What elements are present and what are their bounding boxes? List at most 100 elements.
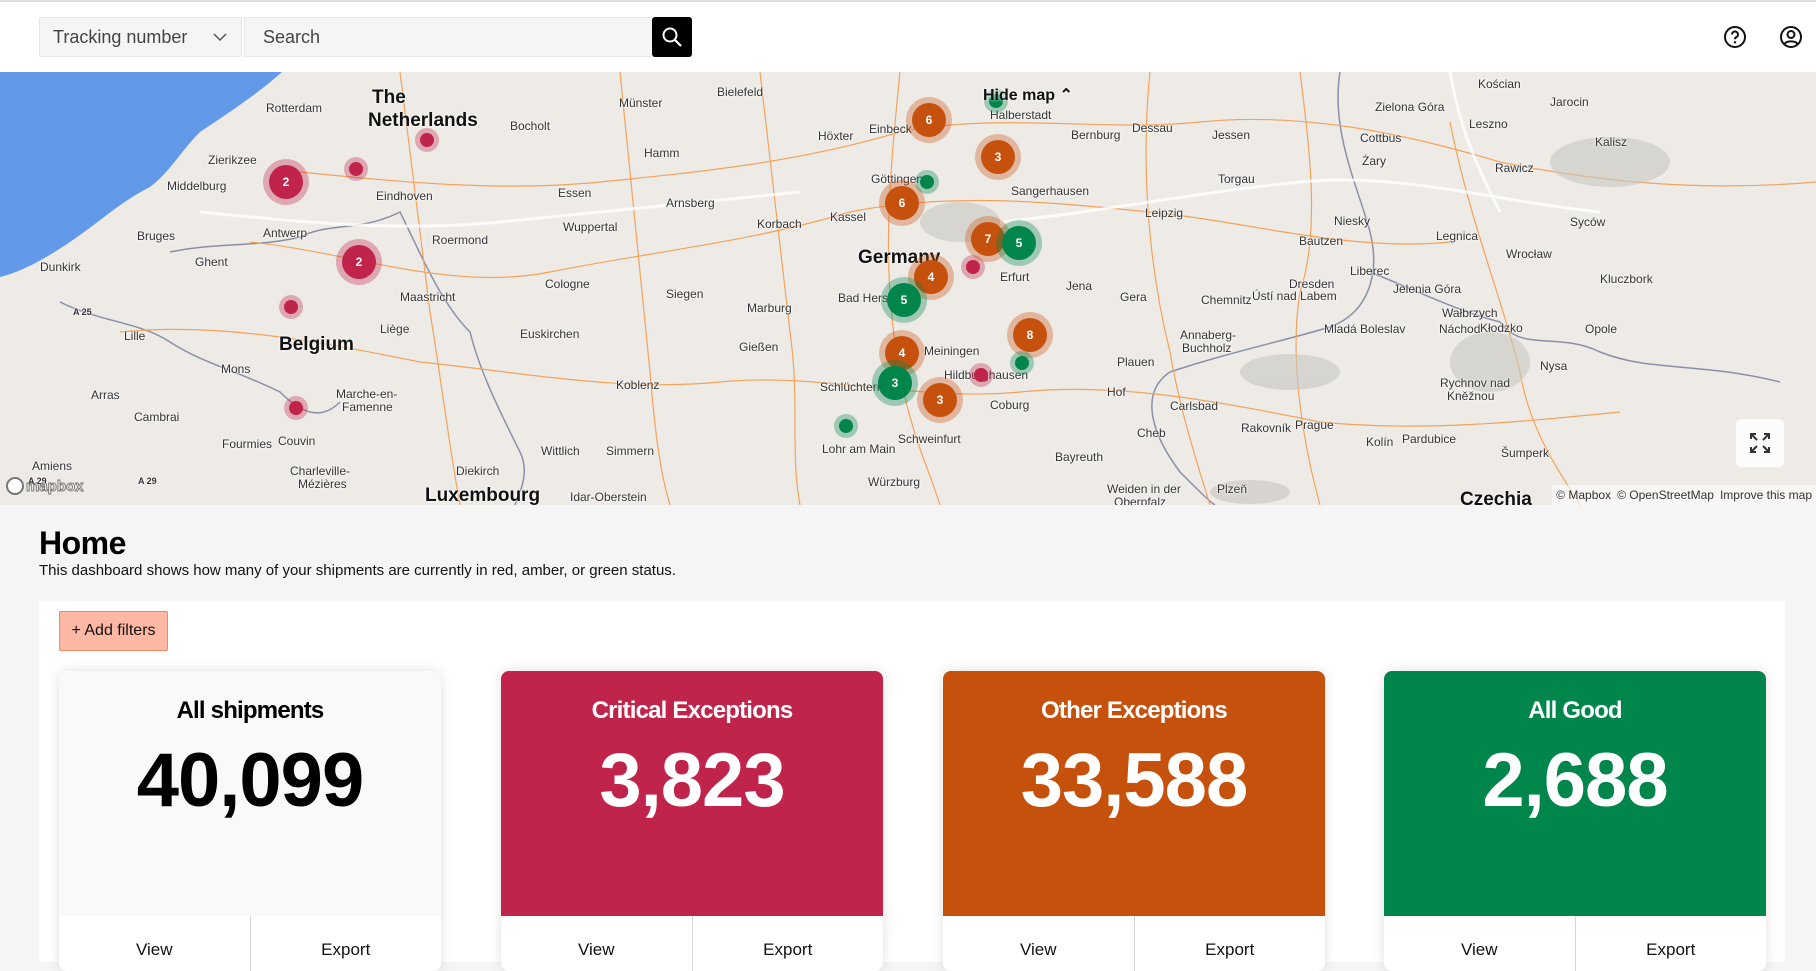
map-cluster-good[interactable]: 5 xyxy=(881,277,927,323)
map-cluster-critical[interactable] xyxy=(344,157,368,181)
map-city-label: Kolín xyxy=(1366,435,1394,449)
map-city-label: Höxter xyxy=(818,129,854,143)
improve-map-link[interactable]: Improve this map xyxy=(1720,488,1812,502)
card-footer: View Export xyxy=(1384,916,1766,971)
map-cluster-critical[interactable] xyxy=(279,295,303,319)
card-body: All shipments 40,099 xyxy=(59,671,441,916)
map-city-label: Rakovník xyxy=(1241,421,1292,435)
map-cluster-other[interactable]: 6 xyxy=(906,97,952,143)
card-value: 40,099 xyxy=(136,738,364,823)
map-city-label: Plauen xyxy=(1117,355,1155,369)
map-city-label: Siegen xyxy=(666,287,704,301)
map-cluster-good[interactable] xyxy=(1010,351,1034,375)
map-city-label: Diekirch xyxy=(456,464,500,478)
fullscreen-icon xyxy=(1750,433,1770,453)
attribution-mapbox-link[interactable]: © Mapbox xyxy=(1556,488,1611,502)
map-city-label: Münster xyxy=(619,96,663,110)
search-type-value: Tracking number xyxy=(53,26,188,47)
map-city-label: Maastricht xyxy=(400,290,456,304)
map-cluster-critical[interactable]: 2 xyxy=(336,239,382,285)
map-city-label: Bayreuth xyxy=(1055,450,1104,464)
map-cluster-other[interactable]: 3 xyxy=(975,134,1021,180)
map-cluster-good[interactable] xyxy=(915,170,939,194)
map-city-label: Arnsberg xyxy=(666,196,715,210)
help-icon[interactable] xyxy=(1722,24,1748,50)
map-city-label: Šumperk xyxy=(1501,446,1550,460)
attribution-osm-link[interactable]: © OpenStreetMap xyxy=(1617,488,1714,502)
map-city-label: Eindhoven xyxy=(376,189,433,203)
map-city-label: Weiden in der xyxy=(1107,482,1181,496)
map-city-label: Euskirchen xyxy=(520,327,580,341)
cluster-count: 5 xyxy=(1002,226,1036,260)
map-city-label: Torgau xyxy=(1218,172,1255,186)
search-type-dropdown[interactable]: Tracking number xyxy=(39,17,242,57)
map-cluster-critical[interactable]: 2 xyxy=(263,159,309,205)
search-input[interactable] xyxy=(244,17,652,57)
map-city-label: Kościan xyxy=(1478,77,1521,91)
card-value: 2,688 xyxy=(1482,738,1668,823)
card-title: Critical Exceptions xyxy=(591,697,794,724)
export-button[interactable]: Export xyxy=(1574,916,1767,971)
view-button[interactable]: View xyxy=(501,916,692,971)
card-other-exceptions: Other Exceptions 33,588 View Export xyxy=(943,671,1325,971)
shipment-map[interactable]: The Netherlands Belgium Germany Luxembourg Cz… xyxy=(0,72,1816,505)
map-cluster-other[interactable]: 8 xyxy=(1007,312,1053,358)
add-filters-button[interactable]: + Add filters xyxy=(59,611,168,651)
export-button[interactable]: Export xyxy=(1133,916,1326,971)
map-cluster-critical[interactable] xyxy=(415,128,439,152)
map-city-label: Gießen xyxy=(739,340,779,354)
fullscreen-button[interactable] xyxy=(1736,419,1784,467)
map-city-label: Chemnitz xyxy=(1201,293,1252,307)
cluster-count: 2 xyxy=(342,245,376,279)
map-cluster-critical[interactable] xyxy=(969,363,993,387)
map-city-label: Amiens xyxy=(32,459,73,473)
map-city-label: Bruges xyxy=(137,229,176,243)
map-city-label: Schweinfurt xyxy=(898,432,961,446)
map-city-label: Rychnov nad xyxy=(1440,376,1511,390)
map-city-label: Plzeň xyxy=(1217,482,1248,496)
cluster-count xyxy=(920,175,934,189)
map-city-label: Fourmies xyxy=(222,437,273,451)
user-account-icon[interactable] xyxy=(1778,24,1804,50)
map-city-label: Carlsbad xyxy=(1170,399,1219,413)
export-button[interactable]: Export xyxy=(691,916,884,971)
export-button[interactable]: Export xyxy=(249,916,442,971)
map-road-label: A 25 xyxy=(73,307,92,317)
map-city-label: Leipzig xyxy=(1145,206,1184,220)
map-city-label: Lohr am Main xyxy=(822,442,896,456)
header-bar: Tracking number xyxy=(0,2,1816,72)
map-city-label: Jarocin xyxy=(1550,95,1589,109)
map-cluster-other[interactable]: 3 xyxy=(917,377,963,423)
map-city-label: Oberpfalz xyxy=(1114,495,1167,505)
mapbox-logo-text: mapbox xyxy=(26,477,85,495)
card-all-good: All Good 2,688 View Export xyxy=(1384,671,1766,971)
mapbox-logo[interactable]: mapbox xyxy=(6,477,84,495)
map-city-label: Wrocław xyxy=(1506,247,1552,261)
map-city-label: Buchholz xyxy=(1182,341,1232,355)
cluster-count xyxy=(839,419,853,433)
map-country-label: Belgium xyxy=(279,334,354,355)
map-city-label: Simmern xyxy=(606,444,655,458)
card-body: Other Exceptions 33,588 xyxy=(943,671,1325,916)
map-country-label: Luxembourg xyxy=(425,485,541,505)
map-city-label: Zierikzee xyxy=(208,153,257,167)
map-cluster-good[interactable]: 3 xyxy=(872,360,918,406)
view-button[interactable]: View xyxy=(59,916,250,971)
map-city-label: Kassel xyxy=(830,210,867,224)
map-city-label: Liberec xyxy=(1350,264,1390,278)
view-button[interactable]: View xyxy=(1384,916,1575,971)
view-button[interactable]: View xyxy=(943,916,1134,971)
map-city-label: Meiningen xyxy=(924,344,980,358)
cluster-count xyxy=(974,368,988,382)
search-button[interactable] xyxy=(652,17,692,57)
hide-map-toggle[interactable]: Hide map ⌃ xyxy=(983,85,1073,105)
map-city-label: Cottbus xyxy=(1360,131,1402,145)
map-city-label: Prague xyxy=(1295,418,1334,432)
map-cluster-good[interactable] xyxy=(834,414,858,438)
map-city-label: Hamm xyxy=(644,146,680,160)
map-city-label: Erfurt xyxy=(1000,270,1030,284)
map-city-label: Gera xyxy=(1120,290,1147,304)
map-cluster-good[interactable]: 5 xyxy=(996,220,1042,266)
map-city-label: Essen xyxy=(558,186,592,200)
map-cluster-critical[interactable] xyxy=(284,396,308,420)
